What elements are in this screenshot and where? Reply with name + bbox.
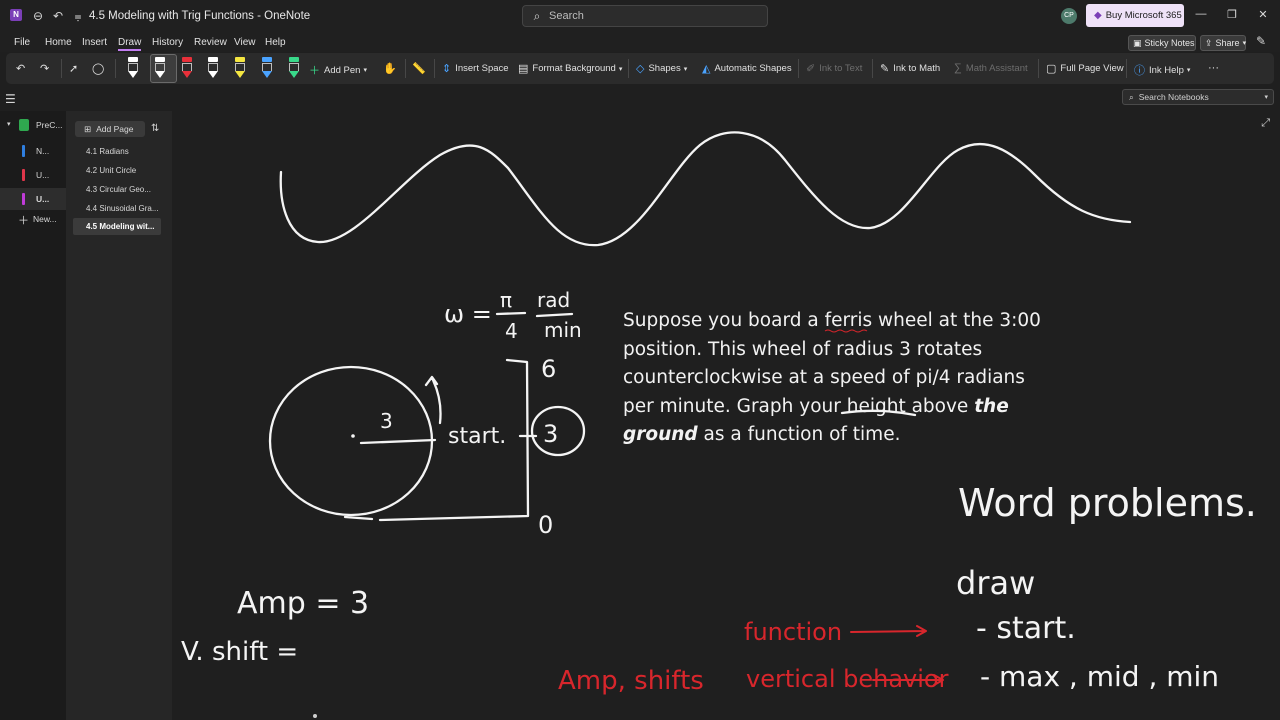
height-underline [840, 409, 917, 417]
ground-line [343, 515, 374, 521]
amplitude-note: Amp = 3 [237, 586, 369, 621]
ink-layer: ω = π 4 rad min 3 start. 6 3 0 Amp = 3 V… [181, 131, 1257, 718]
red-function-note: function [744, 618, 842, 646]
red-amp-shifts-note: Amp, shifts [558, 666, 704, 696]
vertical-shift-note: V. shift = [181, 637, 298, 667]
pi-numerator: π [500, 288, 512, 312]
bullet-start-note: - start. [976, 611, 1076, 646]
level-top: 6 [541, 355, 556, 383]
min-denominator: min [544, 318, 582, 342]
bullet-max-mid-min-note: - max , mid , min [980, 660, 1219, 693]
draw-note: draw [956, 564, 1035, 602]
start-label: start. [448, 424, 506, 449]
word-problems-heading: Word problems. [958, 481, 1257, 525]
level-mid: 3 [543, 420, 558, 448]
sinusoid-sketch [279, 131, 1132, 247]
center-dot [351, 434, 355, 438]
spellcheck-squiggle [824, 329, 868, 333]
radius-line [359, 438, 437, 445]
red-arrow [850, 625, 927, 637]
fraction-bar [495, 311, 527, 316]
radius-label: 3 [380, 409, 393, 433]
four-denominator: 4 [505, 319, 518, 343]
level-bottom: 0 [538, 511, 553, 539]
fraction-bar [535, 312, 574, 318]
rad-numerator: rad [537, 288, 570, 312]
omega-label: ω = [444, 300, 492, 328]
cursor-dot [313, 714, 317, 718]
